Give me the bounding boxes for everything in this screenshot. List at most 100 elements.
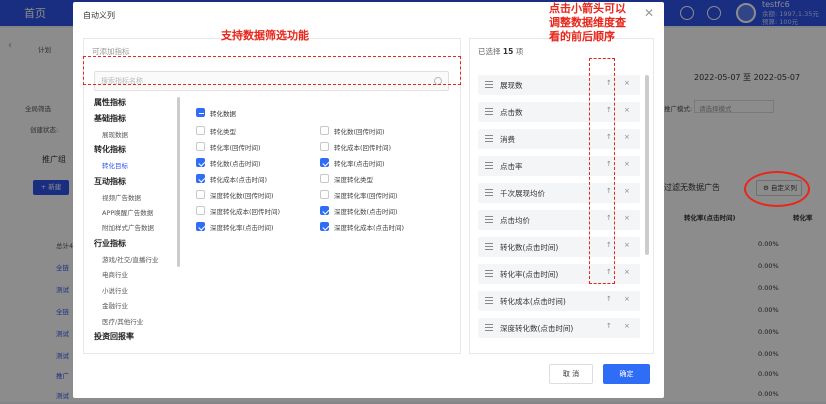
metric-checkbox[interactable]: [196, 190, 205, 199]
metric-option-label: 转化率(回传时间): [210, 144, 261, 152]
metric-checkbox[interactable]: [320, 142, 329, 151]
category-heading[interactable]: 投资回报率: [94, 331, 134, 342]
selected-metric-item[interactable]: 点击数 ↑ ×: [478, 102, 640, 122]
remove-icon[interactable]: ×: [624, 295, 630, 303]
remove-icon[interactable]: ×: [624, 214, 630, 222]
selected-metric-label: 点击率: [500, 162, 523, 171]
metric-option-label: 转化成本(回传时间): [334, 144, 392, 152]
category-heading[interactable]: 转化指标: [94, 144, 126, 155]
metric-checkbox[interactable]: [320, 206, 329, 215]
metric-checkbox[interactable]: [196, 126, 205, 135]
remove-icon[interactable]: ×: [624, 322, 630, 330]
close-icon[interactable]: ✕: [644, 6, 654, 20]
metric-checkbox[interactable]: [320, 126, 329, 135]
remove-icon[interactable]: ×: [624, 187, 630, 195]
metric-checkbox[interactable]: [196, 222, 205, 231]
metric-option-label: 深度转化成本(回传时间): [210, 208, 281, 216]
metric-checkbox[interactable]: [320, 174, 329, 183]
category-list: 属性指标 基础指标 展现数据 转化指标 转化目标 互动指标 视频广告数据 APP…: [94, 97, 184, 347]
arrow-annotation: 点击小箭头可以 调整数据维度查 看的前后顺序: [549, 2, 626, 43]
category-heading[interactable]: 基础指标: [94, 113, 126, 124]
category-item[interactable]: APP唤醒广告数据: [102, 207, 153, 217]
category-scrollbar[interactable]: [177, 97, 180, 267]
remove-icon[interactable]: ×: [624, 268, 630, 276]
selected-metric-item[interactable]: 深度转化数(点击时间) ↑ ×: [478, 318, 640, 338]
selected-metric-label: 深度转化数(点击时间): [500, 324, 574, 333]
metric-checkbox[interactable]: [196, 174, 205, 183]
selected-metric-label: 点击均价: [500, 216, 530, 225]
group-title: 转化数据: [210, 110, 236, 118]
drag-handle-icon[interactable]: [485, 270, 493, 277]
selected-metric-item[interactable]: 消费 ↑ ×: [478, 129, 640, 149]
metric-option-label: 转化数(点击时间): [210, 160, 261, 168]
selected-metric-label: 转化成本(点击时间): [500, 297, 566, 306]
drag-handle-icon[interactable]: [485, 243, 493, 250]
category-item[interactable]: 视频广告数据: [102, 192, 141, 202]
filter-annotation: 支持数据筛选功能: [221, 29, 309, 42]
custom-button-highlight: [744, 171, 810, 207]
drag-handle-icon[interactable]: [485, 189, 493, 196]
selected-count: 已选择 15 项: [478, 47, 524, 56]
category-item[interactable]: 金融行业: [102, 300, 128, 310]
metric-option-label: 转化成本(点击时间): [210, 176, 268, 184]
category-item[interactable]: 电商行业: [102, 269, 128, 279]
metric-checkbox[interactable]: [320, 222, 329, 231]
metric-option-label: 深度转化类型: [334, 176, 373, 184]
selected-metric-label: 点击数: [500, 108, 523, 117]
category-heading[interactable]: 互动指标: [94, 176, 126, 187]
arrow-highlight-box: [589, 58, 615, 284]
search-highlight-box: [83, 56, 461, 85]
category-item[interactable]: 小说行业: [102, 285, 128, 295]
remove-icon[interactable]: ×: [624, 160, 630, 168]
drag-handle-icon[interactable]: [485, 135, 493, 142]
selected-metric-item[interactable]: 转化率(点击时间) ↑ ×: [478, 264, 640, 284]
selected-metrics-panel: 已选择 15 项 展现数 ↑ × 点击数 ↑ × 消费 ↑ × 点击率 ↑ × 千次展现均价 ↑ × 点击均价…: [469, 38, 654, 354]
metric-option-label: 转化类型: [210, 128, 236, 136]
metric-option-label: 转化数(回传时间): [334, 128, 385, 136]
metric-checkbox[interactable]: [320, 158, 329, 167]
metric-checkbox[interactable]: [196, 206, 205, 215]
category-heading[interactable]: 属性指标: [94, 97, 126, 108]
metric-checkbox[interactable]: [196, 158, 205, 167]
category-item[interactable]: 游戏/社交/直播行业: [102, 254, 158, 264]
selected-metric-item[interactable]: 转化数(点击时间) ↑ ×: [478, 237, 640, 257]
selected-scrollbar[interactable]: [645, 75, 649, 255]
selected-metric-item[interactable]: 千次展现均价 ↑ ×: [478, 183, 640, 203]
available-metrics-panel: 可添加指标 搜索指标名称 属性指标 基础指标 展现数据 转化指标 转化目标 互动…: [83, 38, 461, 354]
cancel-button[interactable]: 取 消: [549, 364, 593, 384]
selected-metric-label: 千次展现均价: [500, 189, 545, 198]
metric-option-label: 深度转化率(回传时间): [334, 192, 398, 200]
remove-icon[interactable]: ×: [624, 133, 630, 141]
category-item[interactable]: 展现数据: [102, 129, 128, 139]
drag-handle-icon[interactable]: [485, 216, 493, 223]
category-item[interactable]: 附加样式广告数据: [102, 222, 154, 232]
move-up-arrow-icon[interactable]: ↑: [606, 295, 612, 303]
drag-handle-icon[interactable]: [485, 81, 493, 88]
move-up-arrow-icon[interactable]: ↑: [606, 322, 612, 330]
selected-metric-item[interactable]: 展现数 ↑ ×: [478, 75, 640, 95]
category-item-active[interactable]: 转化目标: [102, 160, 128, 170]
remove-icon[interactable]: ×: [624, 79, 630, 87]
modal-title: 自动义列: [83, 11, 115, 20]
remove-icon[interactable]: ×: [624, 106, 630, 114]
metric-option-label: 深度转化成本(点击时间): [334, 224, 405, 232]
drag-handle-icon[interactable]: [485, 162, 493, 169]
drag-handle-icon[interactable]: [485, 108, 493, 115]
metric-checkbox[interactable]: [196, 142, 205, 151]
selected-metric-label: 转化数(点击时间): [500, 243, 559, 252]
selected-metric-item[interactable]: 点击均价 ↑ ×: [478, 210, 640, 230]
metric-option-label: 深度转化率(点击时间): [210, 224, 274, 232]
category-item[interactable]: 医疗/其他行业: [102, 316, 143, 326]
confirm-button[interactable]: 确定: [603, 364, 650, 384]
remove-icon[interactable]: ×: [624, 241, 630, 249]
selected-metric-label: 转化率(点击时间): [500, 270, 559, 279]
metric-option-label: 转化率(点击时间): [334, 160, 385, 168]
selected-metric-item[interactable]: 点击率 ↑ ×: [478, 156, 640, 176]
category-heading[interactable]: 行业指标: [94, 238, 126, 249]
drag-handle-icon[interactable]: [485, 297, 493, 304]
drag-handle-icon[interactable]: [485, 324, 493, 331]
selected-metric-label: 展现数: [500, 81, 523, 90]
metric-checkbox[interactable]: [320, 190, 329, 199]
selected-metric-item[interactable]: 转化成本(点击时间) ↑ ×: [478, 291, 640, 311]
group-checkbox[interactable]: [196, 108, 205, 117]
